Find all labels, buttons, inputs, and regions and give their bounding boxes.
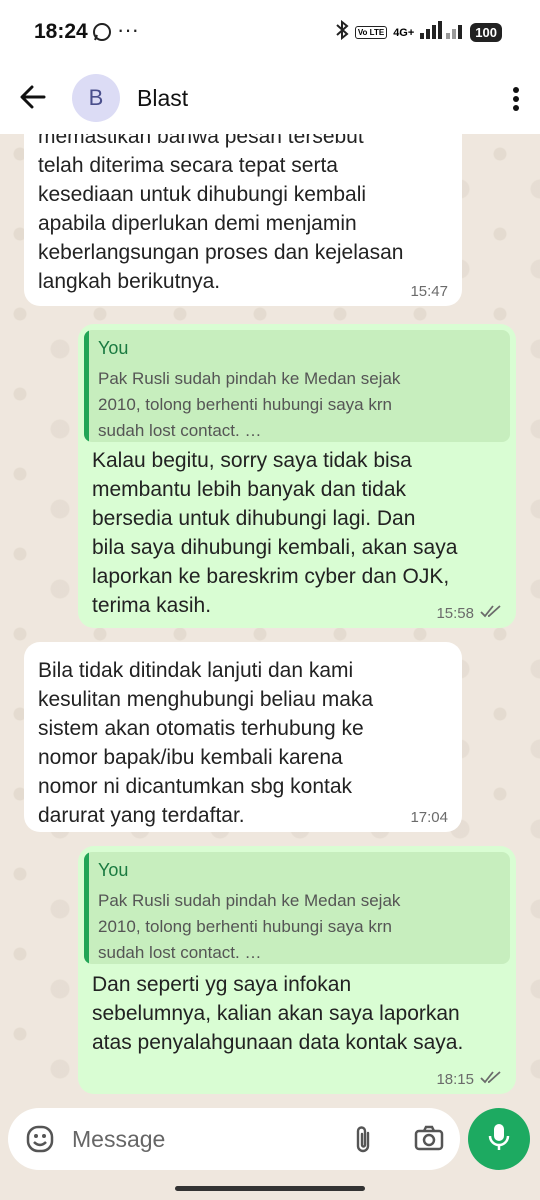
emoji-icon[interactable] bbox=[26, 1125, 54, 1158]
microphone-icon bbox=[488, 1122, 510, 1157]
message-time: 18:15 bbox=[436, 1070, 502, 1088]
attach-icon[interactable] bbox=[352, 1124, 374, 1159]
outgoing-message[interactable]: You Pak Rusli sudah pindah ke Medan seja… bbox=[78, 846, 516, 1094]
signal-icon bbox=[420, 21, 464, 44]
back-arrow-icon[interactable] bbox=[20, 84, 46, 115]
more-notifications-icon: ··· bbox=[117, 17, 139, 42]
outgoing-message[interactable]: You Pak Rusli sudah pindah ke Medan seja… bbox=[78, 324, 516, 628]
message-time: 17:04 bbox=[410, 809, 448, 826]
whatsapp-notification-icon bbox=[92, 22, 112, 47]
message-text: Kalau begitu, sorry saya tidak bisa memb… bbox=[92, 449, 458, 617]
more-options-icon[interactable] bbox=[512, 86, 520, 117]
camera-icon[interactable] bbox=[414, 1125, 444, 1156]
message-time: 15:47 bbox=[410, 283, 448, 300]
quoted-message[interactable]: You Pak Rusli sudah pindah ke Medan seja… bbox=[84, 330, 510, 442]
voice-message-button[interactable] bbox=[468, 1108, 530, 1170]
battery-indicator: 100 bbox=[470, 23, 502, 42]
network-type: 4G+ bbox=[393, 26, 415, 39]
status-time: 18:24 bbox=[34, 20, 88, 43]
quoted-message[interactable]: You Pak Rusli sudah pindah ke Medan seja… bbox=[84, 852, 510, 964]
gesture-handle[interactable] bbox=[175, 1186, 365, 1191]
double-check-icon bbox=[480, 604, 502, 622]
quote-accent-bar bbox=[84, 330, 89, 442]
message-text: Bila tidak ditindak lanjuti dan kami kes… bbox=[38, 659, 374, 827]
chat-header: B Blast bbox=[0, 62, 540, 134]
message-list[interactable]: memastikan bahwa pesan tersebut telah di… bbox=[0, 134, 540, 1100]
incoming-message[interactable]: Bila tidak ditindak lanjuti dan kami kes… bbox=[24, 642, 462, 832]
composer-bar: Message bbox=[0, 1100, 540, 1200]
status-icons: Vo LTE 4G+ 100 bbox=[335, 19, 502, 45]
contact-name[interactable]: Blast bbox=[137, 85, 188, 112]
time-label: 15:58 bbox=[436, 604, 474, 622]
message-time: 15:58 bbox=[436, 604, 502, 622]
incoming-message[interactable]: memastikan bahwa pesan tersebut telah di… bbox=[24, 134, 462, 306]
time-label: 17:04 bbox=[410, 809, 448, 826]
quote-author: You bbox=[98, 338, 129, 358]
bluetooth-icon bbox=[335, 19, 349, 45]
quote-accent-bar bbox=[84, 852, 89, 964]
quote-text: Pak Rusli sudah pindah ke Medan sejak 20… bbox=[98, 369, 401, 440]
message-input[interactable]: Message bbox=[72, 1126, 165, 1153]
volte-badge: Vo LTE bbox=[354, 26, 388, 39]
message-text: Dan seperti yg saya infokan sebelumnya, … bbox=[92, 973, 464, 1054]
contact-avatar[interactable]: B bbox=[72, 74, 120, 122]
quote-author: You bbox=[98, 860, 129, 880]
quote-text: Pak Rusli sudah pindah ke Medan sejak 20… bbox=[98, 891, 401, 962]
time-label: 15:47 bbox=[410, 283, 448, 300]
double-check-icon bbox=[480, 1070, 502, 1088]
time-label: 18:15 bbox=[436, 1070, 474, 1088]
status-bar: 18:24 ··· Vo LTE 4G+ 100 bbox=[0, 0, 540, 62]
message-input-container[interactable]: Message bbox=[8, 1108, 460, 1170]
message-text: memastikan bahwa pesan tersebut telah di… bbox=[38, 134, 404, 293]
